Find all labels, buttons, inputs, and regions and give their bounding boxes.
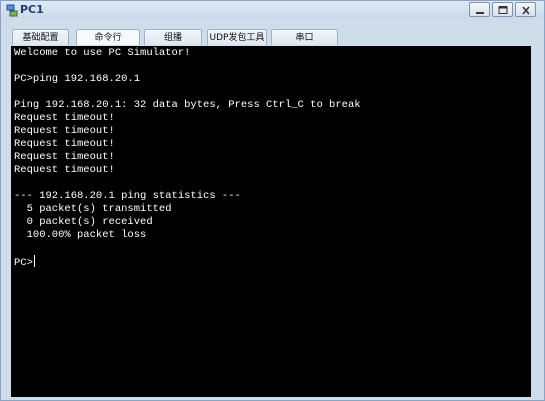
terminal-prompt: PC> [14,257,33,269]
title-bar[interactable]: PC1 [1,1,544,19]
terminal-line: Request timeout! [14,125,115,137]
tab-basic-config[interactable]: 基础配置 [12,29,69,45]
terminal-line: 0 packet(s) received [14,216,153,228]
terminal-prompt-line[interactable]: PC> [14,255,35,269]
terminal-line: Ping 192.168.20.1: 32 data bytes, Press … [14,99,361,111]
maximize-button[interactable] [492,2,513,17]
minimize-icon [476,12,484,14]
terminal-line: Welcome to use PC Simulator! [14,47,191,59]
tab-udp-tool[interactable]: UDP发包工具 [207,29,267,45]
tab-serial-port[interactable]: 串口 [271,29,338,45]
maximize-icon [498,6,508,14]
pc-app-icon [6,4,18,17]
terminal-line: PC>ping 192.168.20.1 [14,73,141,85]
terminal-line: 100.00% packet loss [14,229,147,241]
terminal-line: Request timeout! [14,138,115,150]
terminal-line: Request timeout! [14,151,115,163]
window-title: PC1 [20,3,44,16]
text-cursor [33,255,35,267]
minimize-button[interactable] [469,2,490,17]
terminal-line: Request timeout! [14,112,115,124]
close-icon [522,6,530,15]
tab-command-line[interactable]: 命令行 [76,29,140,45]
command-line-terminal[interactable]: Welcome to use PC Simulator! PC>ping 192… [11,46,531,397]
terminal-line: 5 packet(s) transmitted [14,203,172,215]
tab-bar: 基础配置 命令行 组播 UDP发包工具 串口 [1,19,544,46]
pc-simulator-window: PC1 基础配置 命令行 组播 UDP发包工具 串口 Welcome to us… [0,0,545,401]
terminal-line: Request timeout! [14,164,115,176]
close-button[interactable] [515,2,536,17]
tab-multicast[interactable]: 组播 [144,29,202,45]
terminal-line: --- 192.168.20.1 ping statistics --- [14,190,241,202]
